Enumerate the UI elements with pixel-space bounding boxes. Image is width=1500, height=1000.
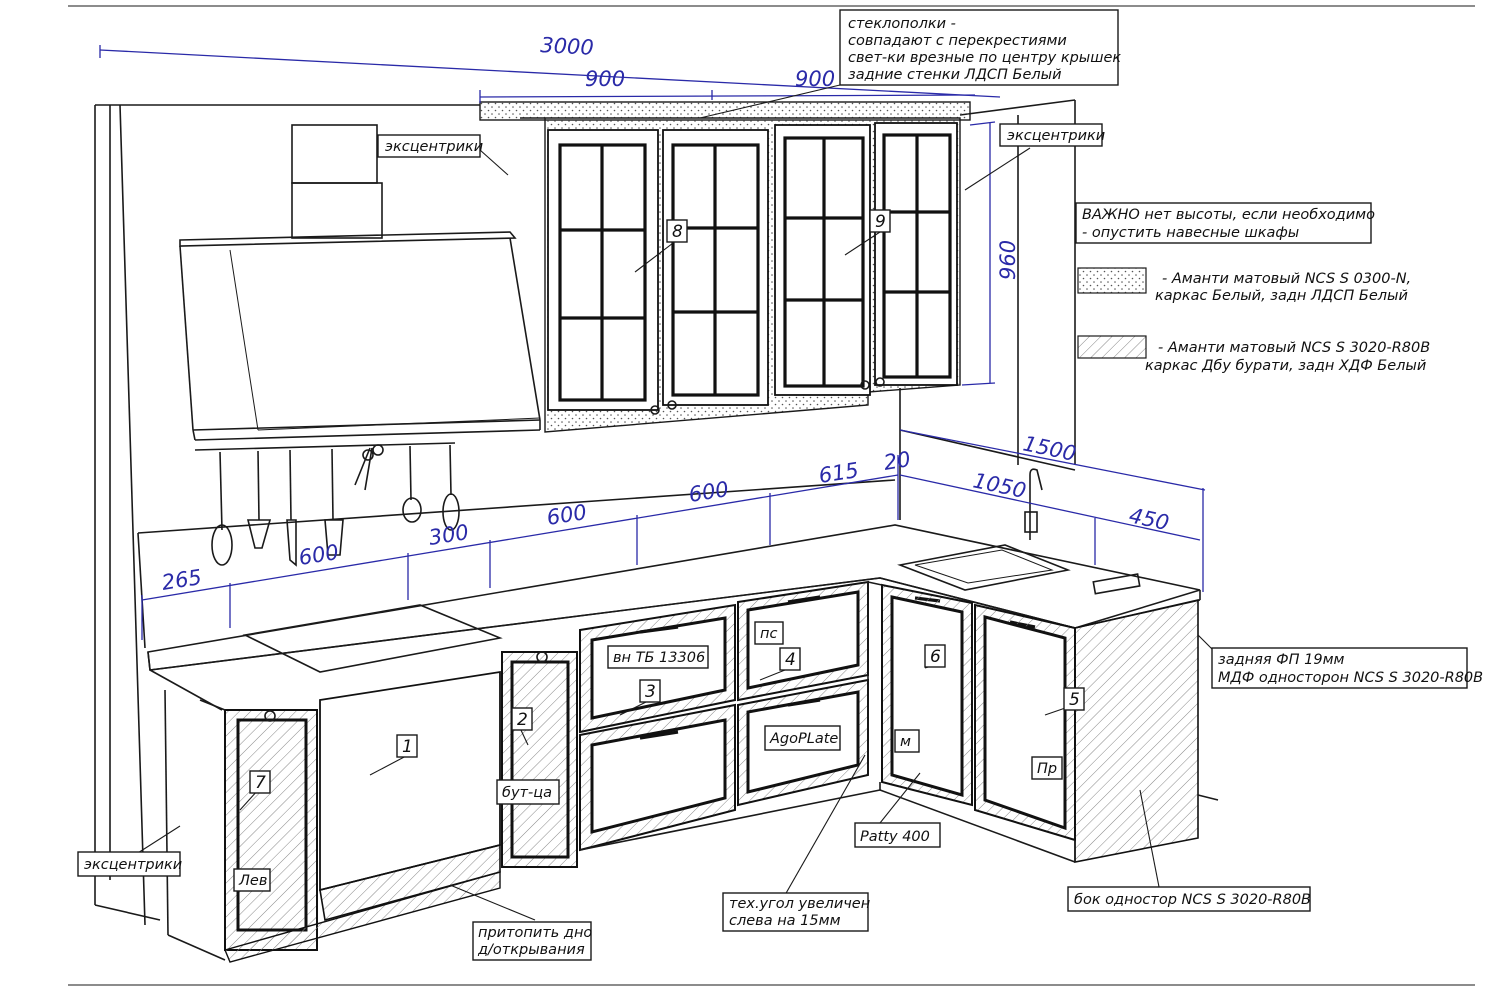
svg-text:ВАЖНО нет высоты, если необход: ВАЖНО нет высоты, если необходимо xyxy=(1082,207,1375,223)
tag-7: 7 xyxy=(249,770,271,794)
tag-6: 6 xyxy=(924,644,946,668)
tag-4: 4 xyxy=(779,647,801,671)
svg-text:Лев: Лев xyxy=(238,873,267,889)
scissors-icon xyxy=(354,444,384,491)
svg-text:- опустить навесные шкафы: - опустить навесные шкафы xyxy=(1082,225,1299,241)
svg-text:9: 9 xyxy=(875,212,886,232)
svg-text:каркас Дбу бурати, задн ХДФ Бе: каркас Дбу бурати, задн ХДФ Белый xyxy=(1145,358,1426,374)
note-m: м xyxy=(894,729,920,753)
note-lev: Лев xyxy=(233,868,271,892)
note-bottle: бут-ца xyxy=(496,779,560,805)
svg-text:7: 7 xyxy=(255,773,266,793)
note-eccentrics-top-right: эксцентрики xyxy=(999,123,1105,147)
svg-text:- Аманти матовый NCS S 3020-R8: - Аманти матовый NCS S 3020-R80B xyxy=(1158,340,1430,356)
svg-text:3: 3 xyxy=(645,682,656,702)
dim-1050: 1050 xyxy=(971,468,1028,503)
svg-text:пс: пс xyxy=(760,626,777,642)
svg-text:д/открывания: д/открывания xyxy=(477,942,585,958)
svg-text:Patty 400: Patty 400 xyxy=(860,829,930,845)
tag-3: 3 xyxy=(639,679,661,703)
dim-600a: 600 xyxy=(297,540,340,570)
hood-chimney xyxy=(291,182,383,239)
note-back-panel: задняя ФП 19мм МДФ односторон NCS S 3020… xyxy=(1211,647,1483,689)
svg-text:8: 8 xyxy=(672,222,683,242)
tag-1: 1 xyxy=(396,734,418,758)
ladle-icon xyxy=(211,451,233,566)
note-ps: пс xyxy=(754,621,784,645)
svg-text:вн ТБ 13306: вн ТБ 13306 xyxy=(613,650,705,666)
dim-1500: 1500 xyxy=(1021,431,1078,466)
legend-hatch: - Аманти матовый NCS S 3020-R80B каркас … xyxy=(1077,335,1430,374)
svg-text:притопить дно: притопить дно xyxy=(478,925,592,941)
tag-5: 5 xyxy=(1063,687,1085,711)
svg-text:бут-ца: бут-ца xyxy=(502,785,552,801)
dim-450: 450 xyxy=(1127,503,1171,535)
note-agoplate: AgoPLate xyxy=(764,725,841,751)
spoon-icon xyxy=(402,445,422,523)
dim-600c: 600 xyxy=(687,477,730,507)
knife-icon xyxy=(286,449,297,567)
svg-text:м: м xyxy=(900,734,911,750)
note-bottom-lower: притопить дно д/открывания xyxy=(472,921,592,961)
note-patty: Patty 400 xyxy=(854,822,941,848)
sink xyxy=(897,544,1071,591)
kitchen-drawing: 3000 900 900 960 265 600 300 600 600 615… xyxy=(68,5,1483,986)
svg-text:Пр: Пр xyxy=(1037,761,1057,777)
socket xyxy=(1092,573,1141,595)
svg-text:5: 5 xyxy=(1069,690,1080,710)
note-tech-corner: тех.угол увеличен слева на 15мм xyxy=(722,892,870,932)
cooktop xyxy=(242,604,503,673)
note-pr: Пр xyxy=(1031,756,1063,780)
svg-text:эксцентрики: эксцентрики xyxy=(1007,128,1105,144)
whisk-icon xyxy=(442,444,460,531)
legend-dots-swatch xyxy=(1077,267,1147,294)
svg-text:2: 2 xyxy=(517,710,528,730)
svg-text:1: 1 xyxy=(402,737,413,757)
dim-upper-left: 900 xyxy=(585,67,625,91)
hood-chimney-top xyxy=(291,124,378,184)
dim-300: 300 xyxy=(427,520,470,550)
svg-text:6: 6 xyxy=(930,647,941,667)
svg-text:задняя ФП 19мм: задняя ФП 19мм xyxy=(1218,652,1345,668)
svg-text:бок одностор NCS S 3020-R80B: бок одностор NCS S 3020-R80B xyxy=(1074,892,1311,908)
note-important: ВАЖНО нет высоты, если необходимо - опус… xyxy=(1075,202,1375,244)
range-hood xyxy=(179,124,541,441)
svg-text:тех.угол увеличен: тех.угол увеличен xyxy=(729,896,870,912)
note-side-panel: бок одностор NCS S 3020-R80B xyxy=(1067,886,1311,912)
svg-text:свет-ки врезные по центру крыш: свет-ки врезные по центру крышек xyxy=(848,50,1121,66)
svg-text:совпадают с перекрестиями: совпадают с перекрестиями xyxy=(848,33,1067,49)
svg-text:- Аманти матовый NCS S 0300-N,: - Аманти матовый NCS S 0300-N, xyxy=(1162,271,1411,287)
dim-20: 20 xyxy=(882,447,912,475)
svg-text:каркас Белый, задн ЛДСП Белый: каркас Белый, задн ЛДСП Белый xyxy=(1155,288,1408,304)
spatula-icon xyxy=(324,448,344,556)
tag-8: 8 xyxy=(666,219,688,243)
svg-text:AgoPLate: AgoPLate xyxy=(769,731,838,747)
note-glass-shelves: стеклополки - совпадают с перекрестиями … xyxy=(839,9,1121,86)
tag-9: 9 xyxy=(869,209,891,233)
upper-cabinets xyxy=(479,101,971,433)
skimmer-icon xyxy=(246,450,272,549)
svg-text:стеклополки -: стеклополки - xyxy=(848,16,956,32)
legend-hatch-swatch xyxy=(1077,335,1147,359)
note-eccentrics-top-left: эксцентрики xyxy=(377,134,483,158)
svg-text:задние стенки ЛДСП Белый: задние стенки ЛДСП Белый xyxy=(848,67,1062,83)
tag-2: 2 xyxy=(511,707,533,731)
legend-dots: - Аманти матовый NCS S 0300-N, каркас Бе… xyxy=(1077,267,1411,304)
dim-600b: 600 xyxy=(545,500,588,530)
svg-text:4: 4 xyxy=(785,650,796,670)
svg-text:слева на 15мм: слева на 15мм xyxy=(729,913,841,929)
svg-text:МДФ односторон NCS S 3020-R80B: МДФ односторон NCS S 3020-R80B xyxy=(1218,670,1483,686)
dim-upper-height: 960 xyxy=(996,240,1020,280)
note-inner-tb: вн ТБ 13306 xyxy=(607,645,709,669)
dim-overall: 3000 xyxy=(540,33,595,60)
svg-text:эксцентрики: эксцентрики xyxy=(84,857,182,873)
note-eccentrics-bottom-left: эксцентрики xyxy=(77,851,182,877)
svg-text:эксцентрики: эксцентрики xyxy=(385,139,483,155)
